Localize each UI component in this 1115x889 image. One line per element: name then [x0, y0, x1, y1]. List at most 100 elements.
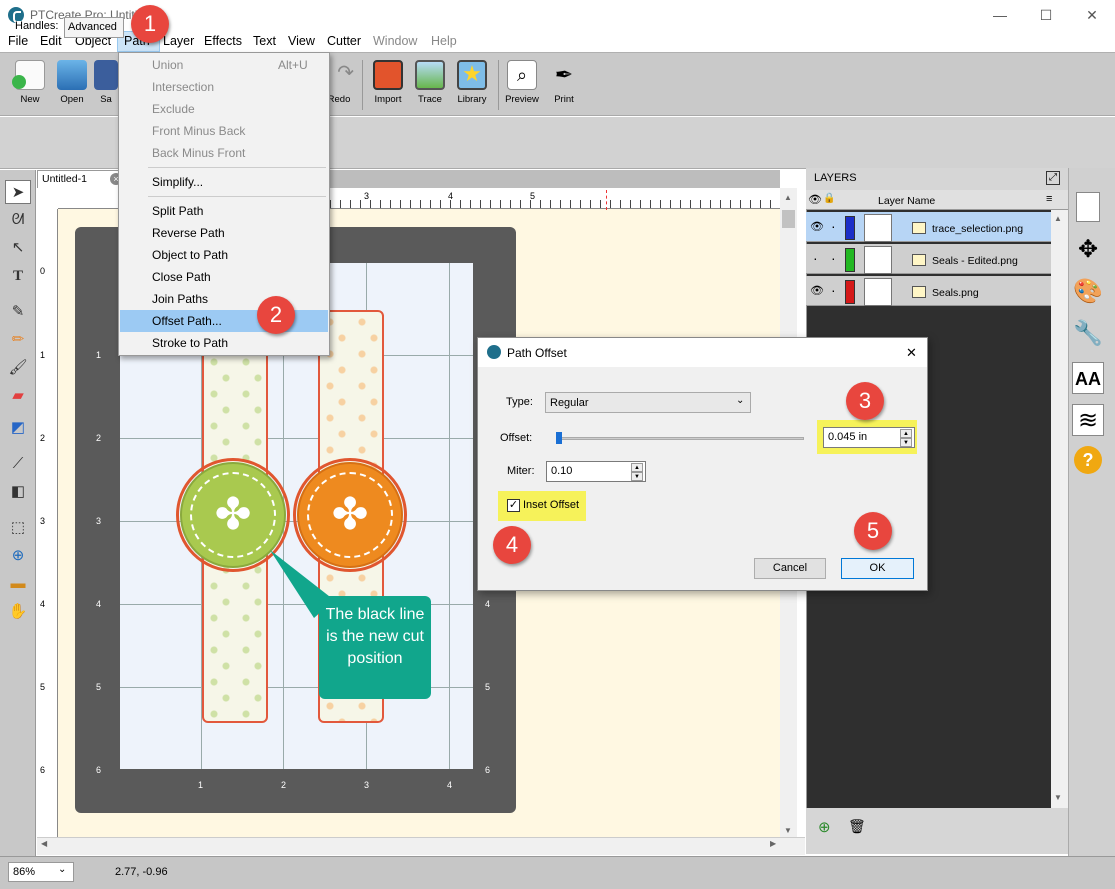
menu-stroke-to-path[interactable]: Stroke to Path [152, 336, 228, 350]
wrench-icon[interactable]: 🔧 [1072, 318, 1104, 350]
transform-tool-icon[interactable]: ⬚ [5, 516, 31, 540]
new-button[interactable]: New [10, 58, 50, 112]
offset-slider-thumb[interactable] [556, 432, 562, 444]
document-icon[interactable] [1076, 192, 1100, 222]
vertical-scroll-thumb[interactable] [782, 210, 795, 228]
save-button[interactable]: Sa [94, 58, 118, 112]
callout-note: The black line is the new cut position [319, 596, 431, 699]
handles-select[interactable]: Advanced [64, 17, 124, 38]
gradient-tool-icon[interactable]: ◧ [5, 480, 31, 504]
hand-tool-icon[interactable]: ✋ [5, 600, 31, 624]
horizontal-scrollbar[interactable] [37, 837, 805, 855]
eye-icon[interactable]: 👁 [810, 284, 824, 297]
layer-name: trace_selection.png [932, 223, 1024, 235]
menu-offset-path[interactable]: Offset Path... [152, 314, 222, 328]
trace-button[interactable]: Trace [410, 58, 450, 112]
lasso-tool-icon[interactable]: ᘛ [5, 208, 31, 232]
menu-window[interactable]: Window [373, 34, 417, 48]
layer-row[interactable] [806, 276, 1051, 306]
inset-offset-label[interactable]: Inset Offset [523, 499, 579, 511]
minimize-button[interactable]: — [977, 0, 1023, 31]
menu-simplify[interactable]: Simplify... [152, 175, 203, 189]
preview-button[interactable]: ⌕ Preview [502, 58, 542, 112]
miter-spin-down[interactable]: ▼ [631, 472, 643, 481]
scroll-up-icon[interactable]: ▲ [784, 193, 792, 202]
menu-cutter[interactable]: Cutter [327, 34, 361, 48]
inset-offset-checkbox[interactable]: ✓ [507, 499, 520, 512]
layers-scrollbar[interactable] [1051, 210, 1068, 808]
eyedropper-tool-icon[interactable]: ⟋ [5, 452, 31, 476]
zoom-tool-icon[interactable]: ⊕ [5, 544, 31, 568]
brush-tool-icon[interactable]: 🖌 [5, 356, 31, 380]
menu-reverse-path[interactable]: Reverse Path [152, 226, 225, 240]
pen-tool-icon[interactable]: ✎ [5, 300, 31, 324]
type-select[interactable]: Regular [545, 392, 751, 413]
eye-icon[interactable]: 👁 [810, 220, 824, 233]
shape-tool-icon[interactable]: ◩ [5, 416, 31, 440]
menu-text[interactable]: Text [253, 34, 276, 48]
lock-toggle[interactable]: · [831, 282, 836, 298]
offset-spin-down[interactable]: ▼ [900, 438, 912, 447]
close-window-button[interactable]: ✕ [1069, 0, 1115, 31]
pencil-tool-icon[interactable]: ✏ [5, 328, 31, 352]
handles-label: Handles: [15, 20, 59, 32]
eraser-tool-icon[interactable]: ▰ [5, 384, 31, 408]
menu-help[interactable]: Help [431, 34, 457, 48]
text-icon[interactable]: AA [1072, 362, 1104, 394]
open-button[interactable]: Open [52, 58, 92, 112]
select-tool-icon[interactable]: ➤ [5, 180, 31, 204]
menu-separator [148, 196, 326, 197]
import-button[interactable]: Import [368, 58, 408, 112]
ruler-tool-icon[interactable]: ▬ [5, 572, 31, 596]
palette-icon[interactable]: 🎨 [1072, 276, 1104, 308]
menu-intersection[interactable]: Intersection [152, 80, 214, 94]
menu-front-minus-back[interactable]: Front Minus Back [152, 124, 245, 138]
node-select-tool-icon[interactable]: ↖ [5, 236, 31, 260]
move-icon[interactable]: ✥ [1072, 234, 1104, 266]
menu-close-path[interactable]: Close Path [152, 270, 211, 284]
scroll-right-icon[interactable]: ▶ [770, 839, 776, 848]
offset-label: Offset: [500, 432, 533, 444]
layer-thumbnail [864, 214, 892, 242]
menu-union[interactable]: Union [152, 58, 183, 72]
mat-ruler-label: 5 [485, 682, 491, 692]
panel-collapse-icon[interactable]: ⤢ [1046, 171, 1060, 185]
menu-view[interactable]: View [288, 34, 315, 48]
offset-spin-up[interactable]: ▲ [900, 429, 912, 438]
visibility-toggle[interactable]: · [813, 250, 818, 266]
lock-toggle[interactable]: · [831, 218, 836, 234]
menu-exclude[interactable]: Exclude [152, 102, 195, 116]
menu-object-to-path[interactable]: Object to Path [152, 248, 228, 262]
layers-menu-icon[interactable]: ≡ [1046, 193, 1052, 205]
scroll-down-icon[interactable]: ▼ [784, 826, 792, 835]
layer-color-swatch [845, 216, 855, 240]
chevron-down-icon: ⌄ [736, 395, 745, 406]
scroll-down-icon[interactable]: ▼ [1054, 793, 1062, 802]
menu-split-path[interactable]: Split Path [152, 204, 203, 218]
help-icon[interactable]: ? [1074, 446, 1102, 474]
menu-layer[interactable]: Layer [163, 34, 194, 48]
ok-button[interactable]: OK [841, 558, 914, 579]
dialog-close-icon[interactable]: ✕ [906, 345, 917, 361]
step-badge: 4 [493, 526, 531, 564]
trash-icon[interactable]: 🗑 [848, 818, 866, 835]
text-tool-icon[interactable]: T [5, 264, 31, 288]
maximize-button[interactable]: ☐ [1023, 0, 1069, 31]
print-button[interactable]: ✒ Print [544, 58, 584, 112]
menu-edit[interactable]: Edit [40, 34, 62, 48]
new-layer-icon[interactable]: ⊕ [818, 818, 831, 836]
scroll-up-icon[interactable]: ▲ [1054, 214, 1062, 223]
scroll-left-icon[interactable]: ◀ [41, 839, 47, 848]
layers-icon[interactable]: ≋ [1072, 404, 1104, 436]
menu-file[interactable]: File [8, 34, 28, 48]
cancel-button[interactable]: Cancel [754, 558, 826, 579]
library-button[interactable]: ★ Library [452, 58, 492, 112]
svg-import-icon [373, 60, 403, 90]
menu-join-paths[interactable]: Join Paths [152, 292, 208, 306]
menu-back-minus-front[interactable]: Back Minus Front [152, 146, 245, 160]
lock-toggle[interactable]: · [831, 250, 836, 266]
offset-slider[interactable] [556, 437, 804, 440]
menu-effects[interactable]: Effects [204, 34, 242, 48]
miter-spin-up[interactable]: ▲ [631, 463, 643, 472]
chevron-down-icon[interactable]: ⌄ [58, 864, 66, 875]
